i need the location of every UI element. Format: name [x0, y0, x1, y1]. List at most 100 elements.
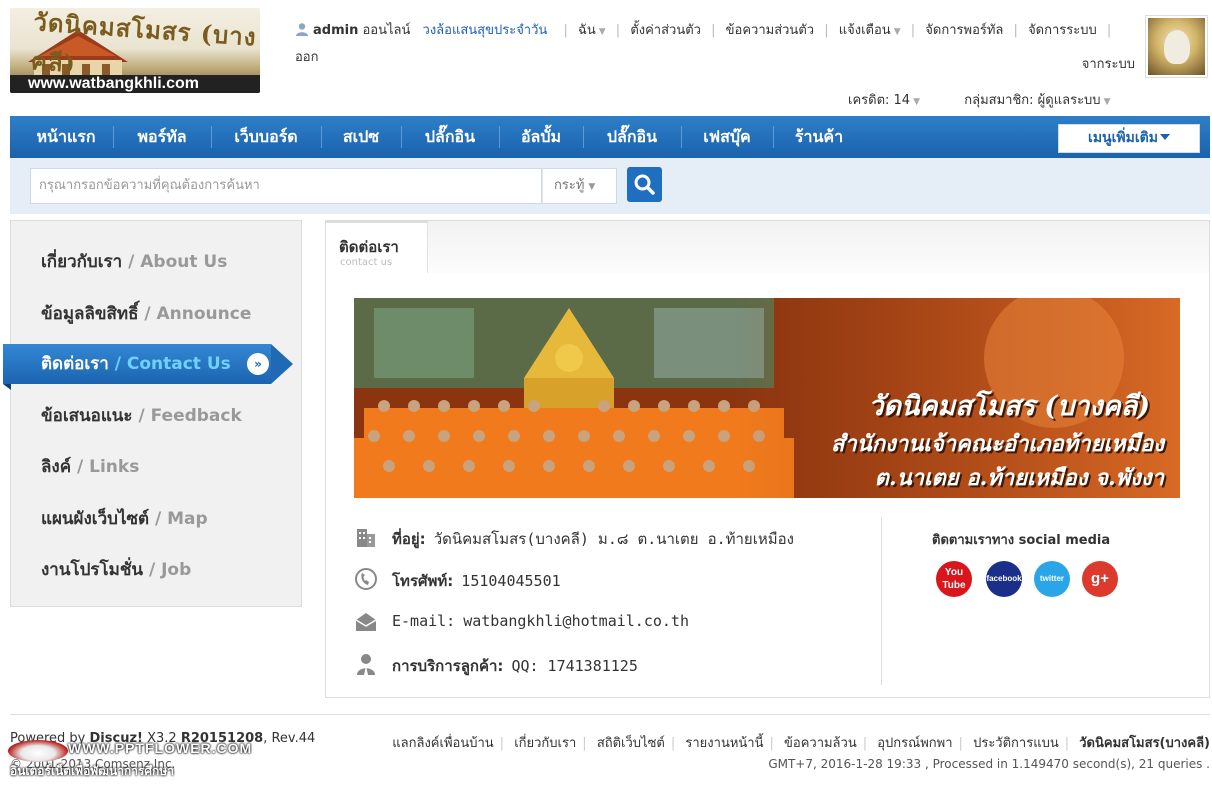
- footer-stats: GMT+7, 2016-1-28 19:33 , Processed in 1.…: [768, 757, 1210, 771]
- email-label: E-mail:: [392, 612, 456, 630]
- nav-portal[interactable]: พอร์ทัล: [114, 116, 210, 158]
- tab-contact[interactable]: ติดต่อเรา contact us: [326, 221, 428, 273]
- sidebar-item-feedback[interactable]: ข้อเสนอแนะ / Feedback: [41, 402, 242, 429]
- sidebar-item-label: ข้อมูลลิขสิทธิ์: [41, 304, 139, 324]
- search-bar: กรุณากรอกข้อความที่คุณต้องการค้นหา กระทู…: [10, 158, 1210, 214]
- user-toolbar: admin ออนไลน์ วงล้อแสนสุขประจำวัน | ฉัน ▼…: [295, 23, 1135, 72]
- sidebar: เกี่ยวกับเรา / About Us ข้อมูลลิขสิทธิ์ …: [3, 220, 302, 607]
- sidebar-item-label: เกี่ยวกับเรา: [41, 252, 123, 272]
- search-type-select[interactable]: กระทู้ ▼: [542, 168, 617, 204]
- release-text: R20151208: [180, 731, 264, 746]
- twitter-icon[interactable]: twitter: [1034, 561, 1070, 597]
- copyright: © 2001-2013 Comsenz Inc.: [10, 757, 176, 771]
- sidebar-item-en: / Map: [155, 509, 208, 529]
- service-value: QQ: 1741381125: [511, 657, 638, 675]
- version-text: X3.2: [147, 731, 177, 746]
- phone-row: โทรศัพท์: 15104045501: [354, 563, 874, 593]
- sidebar-item-en: / Contact Us: [114, 354, 231, 374]
- footer-link[interactable]: สถิติเว็บไซต์: [597, 736, 665, 751]
- logout-link-line2[interactable]: จากระบบ: [1082, 57, 1135, 72]
- sidebar-item-about[interactable]: เกี่ยวกับเรา / About Us: [41, 248, 227, 275]
- chevron-down-icon: ▼: [913, 97, 920, 107]
- me-menu[interactable]: ฉัน: [578, 23, 596, 38]
- google-plus-icon[interactable]: g+: [1082, 561, 1118, 597]
- portal-admin-link[interactable]: จัดการพอร์ทัล: [925, 23, 1003, 38]
- nav-home[interactable]: หน้าแรก: [20, 116, 112, 158]
- discuz-link[interactable]: Discuz!: [90, 731, 143, 746]
- chevron-down-icon: ▼: [1103, 97, 1111, 107]
- phone-icon: [355, 568, 377, 590]
- footer-link[interactable]: เกี่ยวกับเรา: [514, 736, 576, 751]
- nav-plugin-1[interactable]: ปลั๊กอิน: [402, 116, 498, 158]
- footer-divider: [10, 714, 1210, 715]
- online-status[interactable]: ออนไลน์: [362, 23, 410, 38]
- sidebar-item-en: / Links: [77, 457, 140, 477]
- search-type-label: กระทู้: [554, 178, 585, 193]
- caret-down-icon: [1159, 134, 1170, 140]
- credit-menu[interactable]: เครดิต: 14: [848, 93, 910, 108]
- divider: [881, 517, 882, 685]
- email-value[interactable]: watbangkhli@hotmail.co.th: [463, 612, 689, 630]
- sidebar-item-links[interactable]: ลิงค์ / Links: [41, 453, 139, 480]
- phone-value: 15104045501: [461, 572, 561, 590]
- avatar[interactable]: [1145, 15, 1208, 78]
- nav-plugin-2[interactable]: ปลั๊กอิน: [584, 116, 680, 158]
- search-input[interactable]: กรุณากรอกข้อความที่คุณต้องการค้นหา: [30, 168, 542, 204]
- double-chevron-right-icon: »: [247, 353, 269, 375]
- sidebar-item-job[interactable]: งานโปรโมชั่น / Job: [41, 556, 191, 583]
- footer-link[interactable]: อุปกรณ์พกพา: [877, 736, 952, 751]
- notifications-menu[interactable]: แจ้งเตือน: [839, 23, 891, 38]
- nav-album[interactable]: อัลบั้ม: [500, 116, 582, 158]
- sidebar-item-map[interactable]: แผนผังเว็บไซต์ / Map: [41, 505, 208, 532]
- messages-link[interactable]: ข้อความส่วนตัว: [726, 23, 814, 38]
- search-button[interactable]: [627, 167, 662, 202]
- more-menu-label: เมนูเพิ่มเติม: [1088, 130, 1158, 146]
- username-link[interactable]: admin: [313, 23, 358, 38]
- banner-title: วัดนิคมสโมสร (บางคลี): [868, 391, 1150, 422]
- footer-site-name[interactable]: วัดนิคมสโมสร(บางคลี): [1079, 736, 1210, 751]
- sidebar-item-label: ข้อเสนอแนะ: [41, 406, 133, 426]
- service-label: การบริการลูกค้า:: [392, 657, 504, 675]
- footer-link[interactable]: แลกลิงค์เพื่อนบ้าน: [392, 736, 493, 751]
- banner-line1: สำนักงานเจ้าคณะอำเภอท้ายเหมือง: [830, 431, 1164, 457]
- nav-facebook[interactable]: เฟสบุ๊ค: [682, 116, 772, 158]
- footer-link[interactable]: ข้อความล้วน: [784, 736, 857, 751]
- service-row: การบริการลูกค้า: QQ: 1741381125: [354, 648, 874, 678]
- sidebar-item-label: งานโปรโมชั่น: [41, 560, 144, 580]
- sidebar-item-en: / Job: [148, 560, 192, 580]
- settings-link[interactable]: ตั้งค่าส่วนตัว: [630, 23, 701, 38]
- chevron-down-icon: ▼: [893, 27, 901, 37]
- main-nav: หน้าแรก พอร์ทัล เว็บบอร์ด สเปซ ปลั๊กอิน …: [10, 116, 1210, 158]
- chevron-down-icon: ▼: [588, 182, 596, 192]
- sidebar-item-announce[interactable]: ข้อมูลลิขสิทธิ์ / Announce: [41, 300, 251, 327]
- more-menu-button[interactable]: เมนูเพิ่มเติม: [1058, 124, 1200, 153]
- site-logo[interactable]: วัดนิคมสโมสร (บางคลี) www.watbangkhli.co…: [10, 8, 260, 93]
- logo-url: www.watbangkhli.com: [10, 75, 260, 93]
- phone-label: โทรศัพท์:: [392, 572, 454, 590]
- system-admin-link[interactable]: จัดการระบบ: [1028, 23, 1097, 38]
- nav-shop[interactable]: ร้านค้า: [774, 116, 864, 158]
- daily-wheel-link[interactable]: วงล้อแสนสุขประจำวัน: [423, 23, 548, 38]
- nav-space[interactable]: สเปซ: [322, 116, 400, 158]
- address-label: ที่อยู่:: [392, 530, 426, 548]
- powered-by-text: Powered by: [10, 731, 86, 746]
- footer-link[interactable]: ประวัติการแบน: [973, 736, 1059, 751]
- usergroup-menu[interactable]: กลุ่มสมาชิก: ผู้ดูแลระบบ: [964, 93, 1100, 108]
- credit-row: เครดิต: 14 ▼ กลุ่มสมาชิก: ผู้ดูแลระบบ ▼: [848, 89, 1110, 110]
- rev-text: , Rev.44: [263, 731, 316, 746]
- footer-links: แลกลิงค์เพื่อนบ้าน | เกี่ยวกับเรา | สถิติเ…: [392, 736, 1210, 751]
- panel-header: ติดต่อเรา contact us: [326, 221, 1209, 273]
- sidebar-item-contact[interactable]: ติดต่อเรา / Contact Us »: [3, 344, 293, 390]
- footer-link[interactable]: รายงานหน้านี้: [685, 736, 763, 751]
- search-icon: [634, 174, 655, 195]
- sidebar-item-en: / Announce: [144, 304, 252, 324]
- address-value: วัดนิคมสโมสร(บางคลี) ม.๘ ต.นาเตย อ.ท้ายเ…: [433, 530, 794, 548]
- sidebar-item-label: ติดต่อเรา: [41, 354, 109, 374]
- banner-line2: ต.นาเตย อ.ท้ายเหมือง จ.พังงา: [874, 465, 1164, 491]
- nav-forum[interactable]: เว็บบอร์ด: [212, 116, 320, 158]
- tab-subtitle: contact us: [340, 257, 393, 268]
- facebook-icon[interactable]: facebook: [986, 561, 1022, 597]
- youtube-icon[interactable]: You Tube: [936, 561, 972, 597]
- social-section: ติดตามเราทาง social media You Tube faceb…: [932, 529, 1118, 597]
- chevron-down-icon: ▼: [598, 27, 606, 37]
